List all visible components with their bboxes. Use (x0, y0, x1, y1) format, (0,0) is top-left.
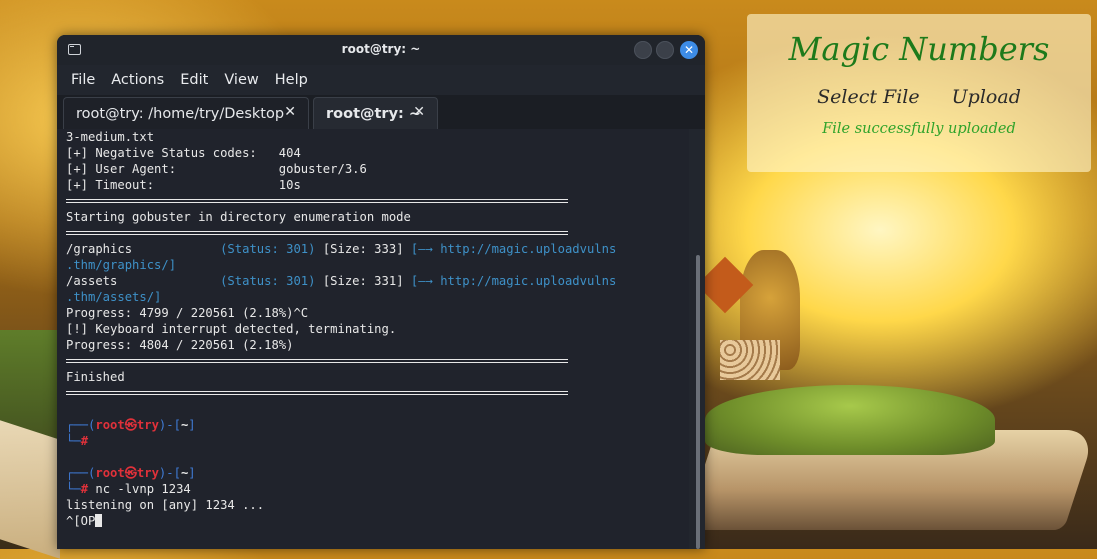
prompt-user: root㉿try (95, 418, 159, 432)
menu-view[interactable]: View (224, 72, 258, 88)
background-grass-island (705, 385, 995, 455)
output-line: [!] Keyboard interrupt detected, termina… (66, 322, 397, 336)
prompt-user: root㉿try (95, 466, 159, 480)
prompt-frame: )-[ (158, 466, 181, 480)
menu-help[interactable]: Help (275, 72, 308, 88)
output-line: Progress: 4799 / 220561 (2.18%)^C (66, 306, 309, 320)
scrollbar[interactable] (696, 255, 700, 549)
close-icon: ✕ (683, 43, 695, 57)
prompt-top: ┌──(root㉿try)-[~] (66, 465, 689, 481)
maximize-button[interactable] (656, 41, 674, 59)
tab-label: root@try: /home/try/Desktop (76, 105, 285, 122)
web-upload-card: Magic Numbers Select File Upload File su… (747, 14, 1091, 172)
result-status: (Status: 301) (220, 242, 316, 256)
result-status: (Status: 301) (220, 274, 316, 288)
command-text: nc -lvnp 1234 (88, 482, 191, 496)
tab-close-icon[interactable]: ✕ (413, 104, 425, 120)
prompt-frame: ┌──( (66, 418, 96, 432)
terminal-output[interactable]: 3-medium.txt [+] Negative Status codes: … (57, 129, 689, 549)
result-size: [Size: 331] (315, 274, 411, 288)
menu-bar: File Actions Edit View Help (57, 65, 705, 95)
prompt-hash: # (80, 482, 89, 496)
result-path: /assets (66, 274, 221, 288)
prompt-frame: ┌──( (66, 466, 96, 480)
upload-actions: Select File Upload (747, 86, 1091, 108)
prompt-bottom: └─# (66, 433, 689, 449)
close-button[interactable]: ✕ (680, 41, 698, 59)
result-link-continued[interactable]: .thm/graphics/] (66, 257, 689, 273)
separator-line (66, 353, 689, 369)
prompt-frame: )-[ (158, 418, 181, 432)
menu-edit[interactable]: Edit (180, 72, 208, 88)
tab-home[interactable]: root@try: ~ ✕ (313, 97, 438, 129)
output-line: Progress: 4804 / 220561 (2.18%) (66, 338, 294, 352)
prompt-frame: └─ (66, 434, 81, 448)
result-path: /graphics (66, 242, 221, 256)
output-line: 3-medium.txt (66, 130, 155, 144)
result-size: [Size: 333] (315, 242, 411, 256)
prompt-bottom: └─# nc -lvnp 1234 (66, 481, 689, 497)
menu-file[interactable]: File (71, 72, 95, 88)
typed-input: ^[OP (66, 514, 96, 528)
result-line: /graphics (Status: 301) [Size: 333] [—→ … (66, 241, 689, 257)
output-line: Finished (66, 370, 125, 384)
result-link-continued[interactable]: .thm/assets/] (66, 289, 689, 305)
result-link[interactable]: [—→ http://magic.uploadvulns (411, 274, 616, 288)
tab-bar: root@try: /home/try/Desktop ✕ root@try: … (57, 95, 705, 129)
output-line: [+] Timeout: 10s (66, 178, 301, 192)
terminal-window: root@try: ~ ✕ File Actions Edit View Hel… (57, 35, 705, 549)
upload-button[interactable]: Upload (952, 86, 1021, 108)
separator-line (66, 385, 689, 401)
select-file-button[interactable]: Select File (817, 86, 919, 108)
input-line: ^[OP (66, 513, 689, 529)
output-line: [+] User Agent: gobuster/3.6 (66, 162, 367, 176)
result-link[interactable]: [—→ http://magic.uploadvulns (411, 242, 616, 256)
menu-actions[interactable]: Actions (111, 72, 164, 88)
separator-line (66, 193, 689, 209)
page-title: Magic Numbers (788, 30, 1050, 68)
background-logs (720, 340, 780, 380)
minimize-button[interactable] (634, 41, 652, 59)
output-line: Starting gobuster in directory enumerati… (66, 210, 411, 224)
prompt-top: ┌──(root㉿try)-[~] (66, 417, 689, 433)
tab-close-icon[interactable]: ✕ (284, 104, 296, 120)
prompt-hash: # (80, 434, 89, 448)
text-cursor (95, 514, 103, 527)
prompt-frame: ] (188, 466, 196, 480)
window-title: root@try: ~ (341, 42, 421, 56)
title-bar[interactable]: root@try: ~ ✕ (57, 35, 705, 65)
upload-status-message: File successfully uploaded (822, 121, 1016, 137)
prompt-frame: ] (188, 418, 196, 432)
tab-label: root@try: ~ (326, 105, 422, 122)
background-book-left (0, 420, 60, 559)
output-line: listening on [any] 1234 ... (66, 498, 265, 512)
separator-line (66, 225, 689, 241)
tab-desktop[interactable]: root@try: /home/try/Desktop ✕ (63, 97, 309, 129)
output-line: [+] Negative Status codes: 404 (66, 146, 301, 160)
result-line: /assets (Status: 301) [Size: 331] [—→ ht… (66, 273, 689, 289)
prompt-frame: └─ (66, 482, 81, 496)
